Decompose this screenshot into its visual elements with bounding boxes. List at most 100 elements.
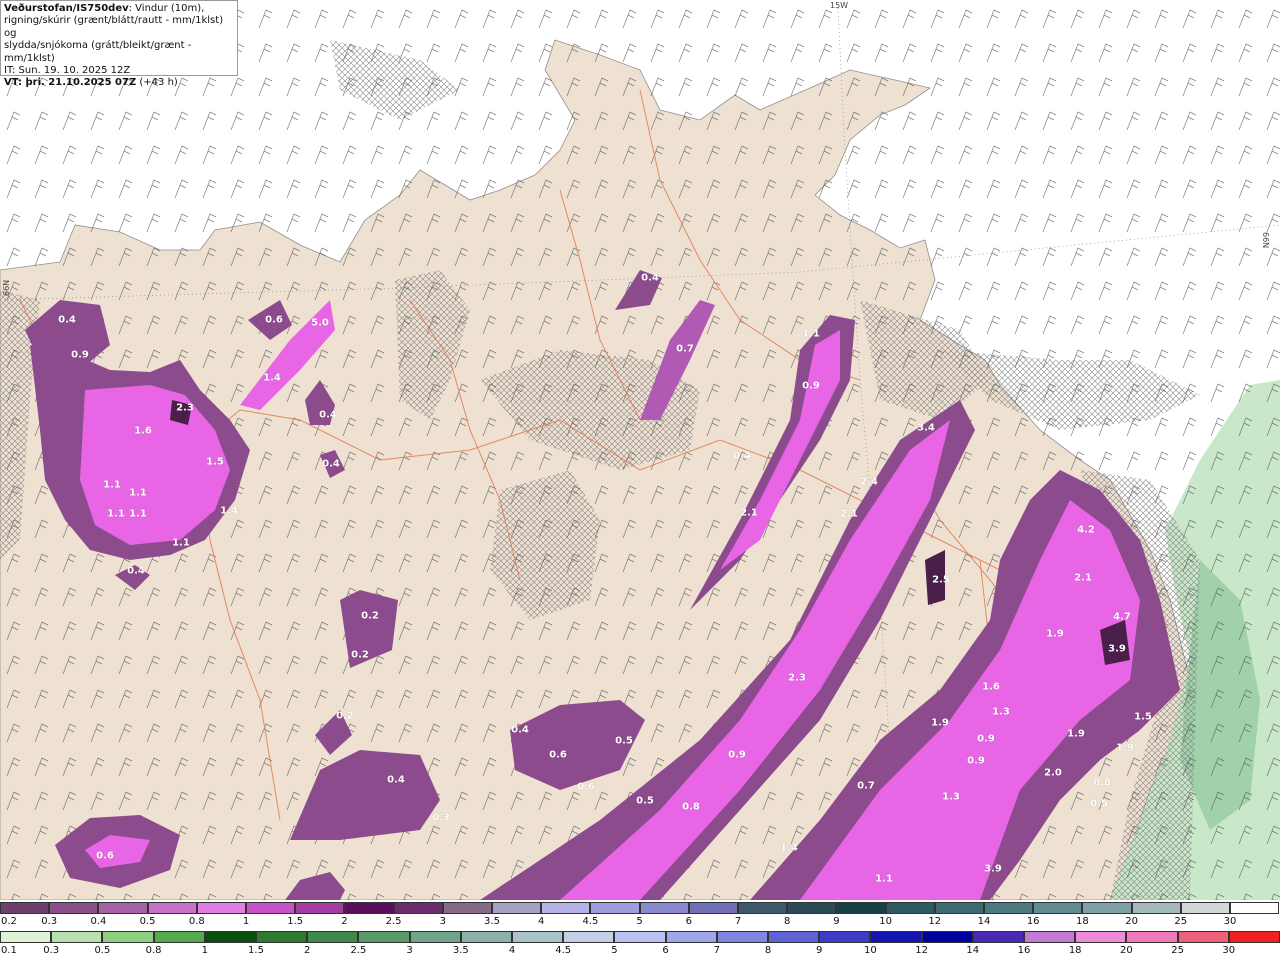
map-info-box: Veðurstofan/IS750dev: Vindur (10m), rign… xyxy=(0,0,238,88)
legend-rain-swatch xyxy=(256,931,308,943)
legend-rain-tick: 25 xyxy=(1171,945,1184,956)
legend-rain-tick: 2 xyxy=(304,945,311,956)
legend-snow-tick: 18 xyxy=(1076,916,1089,927)
legend-snow-tick: 10 xyxy=(879,916,892,927)
legend-snow-tick: 7 xyxy=(734,916,742,927)
legend-rain-tick: 9 xyxy=(816,945,823,956)
legend-rain-tick: 7 xyxy=(713,945,720,956)
legend-snow-swatch xyxy=(196,902,246,914)
legend-rain-tick: 3 xyxy=(406,945,413,956)
legend-snow-swatch xyxy=(147,902,197,914)
lon-label-15w: 15W xyxy=(830,1,849,10)
legend-rain-tick: 1.5 xyxy=(248,945,264,956)
legend-snow-tick: 2 xyxy=(341,916,348,927)
legend-snow-swatch xyxy=(738,902,788,914)
legend-rain-swatch xyxy=(409,931,461,943)
legend-snow-swatch xyxy=(984,902,1034,914)
legend-snow-tick: 30 xyxy=(1223,916,1237,927)
legend-rain-tick: 10 xyxy=(864,945,877,956)
legend-snow-swatch xyxy=(1082,902,1132,914)
legend-snow-swatch xyxy=(885,902,935,914)
legend-rain-tick: 30 xyxy=(1222,945,1236,956)
legend-snow-swatch xyxy=(49,902,99,914)
legend-snow-tick: 25 xyxy=(1174,916,1188,927)
legend-snow-swatch xyxy=(344,902,394,914)
legend-snow-tick: 5 xyxy=(636,916,643,927)
legend-snow-tick: 3.5 xyxy=(484,916,500,927)
legend-rain-swatch xyxy=(102,931,154,943)
legend-rain-swatch xyxy=(204,931,256,943)
legend-snow-swatch xyxy=(442,902,492,914)
legend-rain-tick: 0.1 xyxy=(1,945,17,956)
legend-rain: 0.1 0.3 0.5 0.8 1 1.5 2 2.5 3 3.5 4 4.5 5 6 7 8 9 10 12 14 1… xyxy=(0,929,1280,958)
info-source: Veðurstofan/IS750dev xyxy=(4,3,129,14)
info-title-rest: : Vindur (10m), xyxy=(128,3,205,14)
legend-rain-tick: 4.5 xyxy=(555,945,572,956)
legend-snow-swatch xyxy=(787,902,837,914)
legend-rain-swatch xyxy=(665,931,717,943)
legend-snow-swatch xyxy=(0,902,50,914)
legend-rain-tick: 2.5 xyxy=(350,945,367,956)
legend-rain-swatch xyxy=(870,931,922,943)
legend-rain-swatch xyxy=(614,931,666,943)
legend-snow-swatch xyxy=(688,902,738,914)
legend-rain-swatch xyxy=(1024,931,1076,943)
info-title-line: Veðurstofan/IS750dev: Vindur (10m), xyxy=(4,3,234,15)
lat-label-left: 66N xyxy=(2,279,11,296)
legend-snow-tick: 3 xyxy=(439,916,446,927)
legend-snow-swatch xyxy=(1131,902,1181,914)
legend-snow: 0.2 0.3 0.4 0.5 0.8 1 1.5 2 2.5 3 3.5 4 4.5 5 6 7 8 9 10 12… xyxy=(0,900,1280,929)
lat-label-right: 66N xyxy=(1261,232,1270,249)
legend-rain-tick: 6 xyxy=(662,945,669,956)
info-line-snow: slydda/snjókoma (grátt/bleikt/grænt - mm… xyxy=(4,40,192,64)
legend-rain-tick: 0.8 xyxy=(145,945,162,956)
legend-rain-swatch xyxy=(358,931,410,943)
legend-snow-tick: 4.5 xyxy=(582,916,599,927)
legend-snow-tick: 20 xyxy=(1125,916,1138,927)
legend-rain-swatch xyxy=(460,931,512,943)
legend-rain-tick: 3.5 xyxy=(452,945,469,956)
legend-snow-tick: 12 xyxy=(928,916,942,927)
legend-rain-swatch xyxy=(1126,931,1178,943)
legend-snow-swatch xyxy=(1033,902,1083,914)
legend-snow-tick: 16 xyxy=(1026,916,1040,927)
legend-snow-tick: 1.5 xyxy=(287,916,304,927)
legend-snow-swatch xyxy=(1180,902,1230,914)
legend-snow-tick: 14 xyxy=(977,916,991,927)
legend-rain-tick: 14 xyxy=(966,945,980,956)
legend-snow-swatch xyxy=(590,902,640,914)
legend-rain-swatch xyxy=(819,931,871,943)
map-canvas xyxy=(0,0,1280,900)
legend-snow-tick: 6 xyxy=(685,916,692,927)
legend-rain-swatch xyxy=(153,931,205,943)
legend-snow-swatch xyxy=(639,902,689,914)
legend-snow-tick: 9 xyxy=(833,916,840,927)
legend-rain-tick: 5 xyxy=(611,945,618,956)
legend-snow-swatch xyxy=(246,902,296,914)
legend-rain-tick: 12 xyxy=(915,945,928,956)
legend-rain-swatch xyxy=(512,931,564,943)
weather-map: 0.4 0.9 2.3 1.6 1.5 1.1 1.1 1.1 1.1 1.4 1.1 0.4 0.6 5… xyxy=(0,0,1280,900)
legend-snow-tick: 0.8 xyxy=(188,916,205,927)
info-line-rain: rigning/skúrir (grænt/blátt/rautt - mm/1… xyxy=(4,15,224,39)
legend-snow-swatch xyxy=(934,902,984,914)
legend-rain-tick: 8 xyxy=(764,945,772,956)
legend-snow-swatch xyxy=(393,902,443,914)
legend-snow-swatch xyxy=(295,902,345,914)
legend-snow-tick: 0.3 xyxy=(41,916,58,927)
legend-rain-swatch xyxy=(1228,931,1280,943)
legend-rain-swatch xyxy=(1075,931,1127,943)
info-valid-line: VT: þri. 21.10.2025 07Z (+43 h) xyxy=(4,77,234,89)
legend-rain-swatch xyxy=(0,931,52,943)
legend-rain-swatch xyxy=(768,931,820,943)
info-valid-time: VT: þri. 21.10.2025 07Z xyxy=(4,77,137,89)
legend-rain-tick: 0.3 xyxy=(43,945,60,956)
legend-rain-swatch xyxy=(921,931,973,943)
legend-snow-swatch xyxy=(492,902,542,914)
legend-snow-swatch xyxy=(836,902,886,914)
legend-rain-swatch xyxy=(716,931,768,943)
legend-snow-tick: 0.4 xyxy=(90,916,107,927)
legend-snow-swatch xyxy=(541,902,591,914)
legend-rain-tick: 20 xyxy=(1120,945,1133,956)
legend-snow-swatch xyxy=(1230,902,1280,914)
